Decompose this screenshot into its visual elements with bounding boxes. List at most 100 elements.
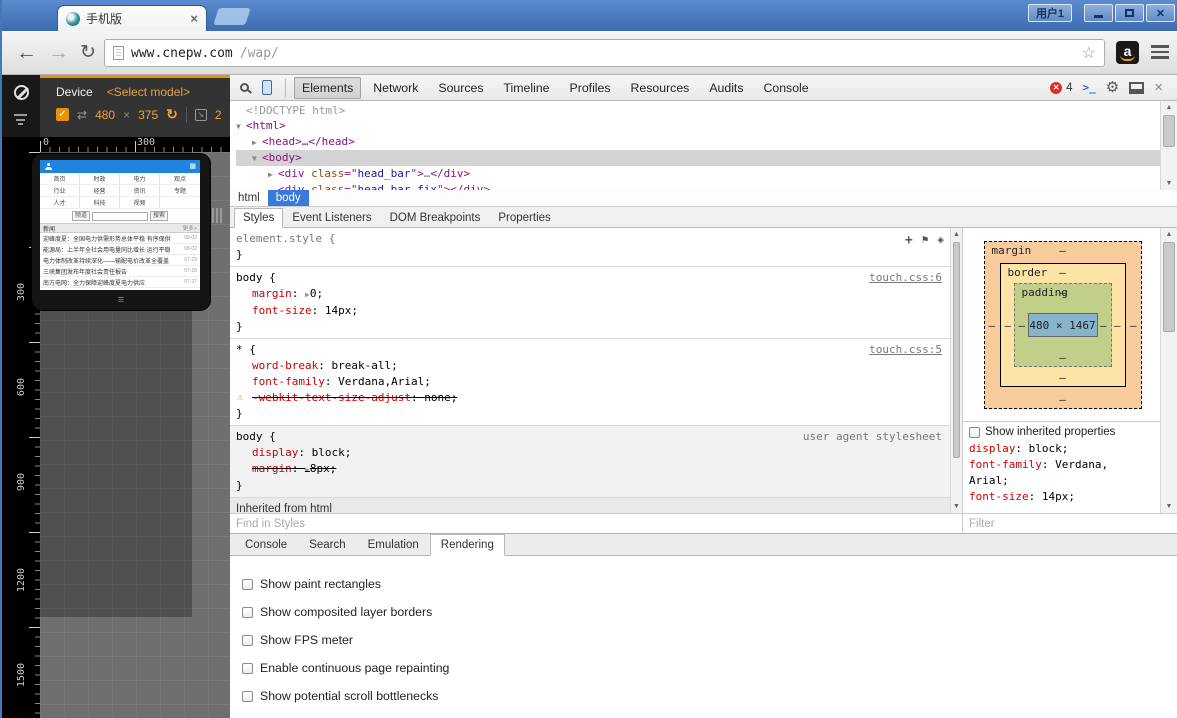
checkbox[interactable] [242, 635, 253, 646]
resize-icon[interactable]: ↘ [195, 109, 207, 121]
mobile-search-input[interactable] [92, 212, 148, 221]
user-icon[interactable] [44, 163, 52, 171]
dom-html[interactable]: ▼<html> [236, 118, 1177, 134]
tab-properties[interactable]: Properties [489, 208, 559, 228]
device-width-field[interactable]: 480 [95, 108, 115, 122]
forward-button[interactable]: → [48, 39, 69, 66]
drawer-tab-console[interactable]: Console [234, 534, 298, 556]
styles-scrollbar[interactable]: ▲ ▼ [950, 228, 962, 513]
sidebar-scrollbar[interactable]: ▲ ▼ [1160, 228, 1177, 513]
rule-body-useragent[interactable]: user agent stylesheet body { display: bl… [230, 426, 950, 498]
element-state-icon[interactable]: ◈ [937, 232, 944, 248]
emulation-refresh-icon[interactable]: ↻ [166, 106, 178, 123]
inspect-search-icon[interactable] [240, 83, 249, 92]
phone-nav-link[interactable]: 时政 [80, 173, 120, 184]
phone-nav-link[interactable]: 行业 [40, 185, 80, 196]
devtools-close-icon[interactable]: × [1154, 81, 1163, 95]
emulate-checkbox[interactable]: ✓ [56, 108, 69, 121]
amazon-extension-icon[interactable]: a [1116, 41, 1139, 64]
tab-sources[interactable]: Sources [430, 77, 491, 99]
dom-body-selected[interactable]: ▼<body> [236, 150, 1177, 166]
layers-icon[interactable] [14, 114, 28, 128]
address-bar[interactable]: www.cnepw.com /wap/ ☆ [104, 39, 1105, 67]
phone-nav-link[interactable]: 科技 [80, 197, 120, 208]
new-style-rule-icon[interactable]: + [905, 235, 913, 246]
news-more-link[interactable]: 更多> [183, 224, 197, 232]
phone-nav-link[interactable]: 资讯 [120, 185, 160, 196]
rule-body-touchcss6[interactable]: touch.css:6 body { margin: ▶0; font-size… [230, 267, 950, 339]
boxmodel-border[interactable]: border – – padding – – 48 [1000, 263, 1126, 387]
minimize-button[interactable] [1084, 4, 1113, 22]
tab-profiles[interactable]: Profiles [562, 77, 619, 99]
profile-button[interactable]: 用户1 [1028, 4, 1072, 22]
swap-dimensions-icon[interactable]: ⇄ [77, 108, 87, 122]
console-drawer-icon[interactable]: >_ [1083, 81, 1096, 94]
dom-doctype[interactable]: <!DOCTYPE html> [236, 103, 1177, 118]
phone-nav-link[interactable]: 电力 [120, 173, 160, 184]
news-item[interactable]: 三峡集团发布年度社会责任报告07-28 [40, 266, 200, 277]
maximize-button[interactable] [1115, 4, 1144, 22]
dock-side-icon[interactable] [1129, 82, 1144, 94]
option-paint-rectangles[interactable]: Show paint rectangles [242, 570, 1177, 598]
news-item[interactable]: 能源局：上半年全社会用电量同比增长 运行平稳08-02 [40, 244, 200, 255]
tab-elements[interactable]: Elements [294, 77, 361, 99]
tab-styles[interactable]: Styles [234, 208, 283, 228]
stylesheet-link[interactable]: touch.css:5 [869, 342, 942, 358]
device-height-field[interactable]: 375 [138, 108, 158, 122]
dom-head[interactable]: ▶<head>…</head> [236, 134, 1177, 150]
inherited-html-link[interactable]: html [310, 503, 332, 513]
tab-event-listeners[interactable]: Event Listeners [283, 208, 380, 228]
new-tab-button[interactable] [213, 8, 251, 25]
apps-grid-icon[interactable]: ▦ [189, 163, 196, 171]
settings-gear-icon[interactable]: ⚙ [1106, 80, 1119, 95]
option-scroll-bottlenecks[interactable]: Show potential scroll bottlenecks [242, 682, 1177, 710]
rule-star-touchcss5[interactable]: touch.css:5 * { word-break: break-all; f… [230, 339, 950, 426]
dom-div-headbar[interactable]: ▶<div class="head_bar">…</div> [236, 166, 1177, 182]
crumb-html[interactable]: html [230, 190, 268, 206]
dom-scrollbar[interactable]: ▲ ▼ [1160, 101, 1177, 190]
computed-filter-input[interactable] [963, 515, 1177, 534]
device-screen[interactable]: ▦ 首页 时政 电力 观点 行业 经营 资讯 专题 [40, 160, 200, 290]
phone-nav-link[interactable] [160, 197, 200, 208]
tab-console[interactable]: Console [756, 77, 817, 99]
phone-nav-link[interactable]: 人才 [40, 197, 80, 208]
browser-tab[interactable]: 手机版 × [57, 5, 207, 31]
phone-nav-link[interactable]: 观点 [160, 173, 200, 184]
boxmodel-margin[interactable]: margin – – border – – padding [984, 241, 1142, 409]
news-item[interactable]: 迎峰度夏：全国电力供需形势总体平稳 有序保供08-02 [40, 233, 200, 244]
close-button[interactable]: ✕ [1146, 4, 1175, 22]
back-button[interactable]: ← [16, 39, 37, 66]
find-in-styles-input[interactable] [230, 515, 962, 534]
crumb-body[interactable]: body [268, 190, 309, 206]
news-item[interactable]: 电力体制改革持续深化——输配电价改革全覆盖07-29 [40, 255, 200, 266]
checkbox[interactable] [242, 663, 253, 674]
tab-audits[interactable]: Audits [701, 77, 751, 99]
dom-div-headbarfix[interactable]: <div class="head_bar_fix"></div> [236, 182, 1177, 190]
checkbox[interactable] [242, 607, 253, 618]
screen-resize-handle[interactable] [212, 208, 222, 223]
browser-menu-icon[interactable] [1151, 45, 1169, 62]
tab-network[interactable]: Network [365, 77, 426, 99]
option-continuous-repaint[interactable]: Enable continuous page repainting [242, 654, 1177, 682]
block-overlay-icon[interactable] [14, 85, 29, 100]
checkbox[interactable] [242, 691, 253, 702]
tab-dom-breakpoints[interactable]: DOM Breakpoints [381, 208, 490, 228]
drawer-tab-emulation[interactable]: Emulation [357, 534, 430, 556]
device-scale-value[interactable]: 2 [215, 108, 222, 122]
device-mode-icon[interactable] [262, 80, 272, 95]
phone-nav-link[interactable]: 首页 [40, 173, 80, 184]
refresh-button[interactable]: ↻ [80, 39, 96, 66]
option-layer-borders[interactable]: Show composited layer borders [242, 598, 1177, 626]
rule-element-style[interactable]: + ⚑ ◈ element.style { } [230, 228, 950, 267]
home-button-icon[interactable]: ≡ [32, 294, 210, 306]
channel-button[interactable]: 频道 [72, 211, 90, 221]
drawer-tab-rendering[interactable]: Rendering [430, 534, 505, 556]
select-model-dropdown[interactable]: <Select model> [107, 85, 190, 99]
show-inherited-checkbox[interactable] [969, 427, 980, 438]
checkbox[interactable] [242, 579, 253, 590]
search-go-button[interactable]: 搜索 [150, 211, 168, 221]
bookmark-star-icon[interactable]: ☆ [1082, 43, 1096, 63]
boxmodel-content[interactable]: 480 × 1467 [1028, 313, 1098, 337]
option-fps-meter[interactable]: Show FPS meter [242, 626, 1177, 654]
error-badge[interactable]: ✕ 4 [1050, 82, 1072, 94]
